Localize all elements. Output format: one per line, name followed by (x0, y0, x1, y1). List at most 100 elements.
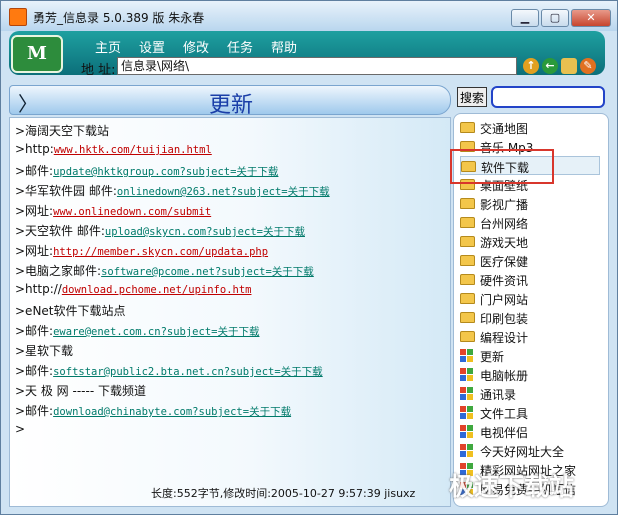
content-line: >天空软件 邮件:upload@skycn.com?subject=关于下载 (15, 222, 305, 239)
line-text: >天空软件 邮件: (15, 224, 105, 238)
content-link[interactable]: software@pcome.net?subject=关于下载 (101, 266, 314, 278)
content-line: >邮件:eware@enet.com.cn?subject=关于下载 (15, 322, 259, 339)
sidebar-item[interactable]: 医疗保健 (460, 251, 600, 270)
sidebar-item-label: 今天好网址大全 (480, 445, 565, 459)
content-line: >邮件:update@hktkgroup.com?subject=关于下载 (15, 162, 278, 179)
folder-icon (460, 293, 475, 304)
sidebar-item[interactable]: 编程设计 (460, 327, 600, 346)
content-line: >华军软件园 邮件:onlinedown@263.net?subject=关于下… (15, 182, 330, 199)
windows-icon (460, 349, 474, 362)
line-text: > (15, 422, 26, 436)
folder-icon (460, 122, 475, 133)
content-link[interactable]: upload@skycn.com?subject=关于下载 (105, 226, 305, 238)
sidebar-item[interactable]: 通讯录 (460, 384, 600, 403)
sidebar-item-label: 台州网络 (480, 217, 529, 231)
line-text: >邮件: (15, 364, 54, 378)
folder-icon (460, 255, 475, 266)
windows-icon (460, 406, 474, 419)
folder-icon (460, 198, 475, 209)
sidebar-item[interactable]: 更新 (460, 346, 600, 365)
windows-icon (460, 425, 474, 438)
content-line: >邮件:softstar@public2.bta.net.cn?subject=… (15, 362, 323, 379)
content-link[interactable]: onlinedown@263.net?subject=关于下载 (117, 186, 330, 198)
close-button[interactable]: ✕ (571, 9, 611, 27)
highlight-box (450, 149, 554, 184)
line-text: >星软下载 (15, 344, 74, 358)
sidebar-item-label: 游戏天地 (480, 236, 529, 250)
sidebar-item-label: 影视广播 (480, 198, 529, 212)
folder-icon (460, 331, 475, 342)
sidebar-item-label: 医疗保健 (480, 255, 529, 269)
sidebar-item-label: 交通地图 (480, 122, 529, 136)
content-link[interactable]: http://member.skycn.com/updata.php (53, 246, 268, 258)
sidebar-item[interactable]: 电视伴侣 (460, 422, 600, 441)
content-line: >网址:http://member.skycn.com/updata.php (15, 242, 268, 259)
line-text: >海阔天空下载站 (15, 124, 110, 138)
line-text: >邮件: (15, 404, 54, 418)
content-link[interactable]: download.pchome.net/upinfo.htm (62, 284, 252, 296)
sidebar-item[interactable]: 硬件资讯 (460, 270, 600, 289)
sidebar-item[interactable]: 游戏天地 (460, 232, 600, 251)
line-text: >网址: (15, 244, 54, 258)
up-folder-icon[interactable]: ↑ (523, 58, 539, 74)
menu-tasks[interactable]: 任务 (227, 37, 253, 56)
sidebar-item[interactable]: 印刷包装 (460, 308, 600, 327)
line-text: >华军软件园 邮件: (15, 184, 117, 198)
app-logo: M (11, 35, 63, 73)
edit-icon[interactable]: ✎ (580, 58, 596, 74)
sidebar-item[interactable]: 交通地图 (460, 118, 600, 137)
sidebar-item[interactable]: 台州网络 (460, 213, 600, 232)
sidebar-item[interactable]: 门户网站 (460, 289, 600, 308)
sidebar-item-label: 通讯录 (480, 388, 517, 402)
search-button[interactable]: 搜索 (457, 87, 487, 107)
menu-home[interactable]: 主页 (95, 37, 121, 56)
line-text: >网址: (15, 204, 54, 218)
folder-icon[interactable] (561, 58, 577, 74)
sidebar-item-label: 电视伴侣 (480, 426, 529, 440)
line-text: >电脑之家邮件: (15, 264, 102, 278)
app-window: 勇芳_信息录 5.0.389 版 朱永春 ▁ ▢ ✕ M 主页 设置 修改 任务… (0, 0, 618, 515)
sidebar-item-label: 门户网站 (480, 293, 529, 307)
menu-help[interactable]: 帮助 (271, 37, 297, 56)
address-input[interactable]: 信息录\网络\ (117, 57, 517, 75)
sidebar-item[interactable]: 电脑帐册 (460, 365, 600, 384)
sidebar-item-label: 印刷包装 (480, 312, 529, 326)
content-link[interactable]: update@hktkgroup.com?subject=关于下载 (53, 166, 278, 178)
back-icon[interactable]: ← (542, 58, 558, 74)
line-text: >邮件: (15, 324, 54, 338)
sidebar-item-label: 硬件资讯 (480, 274, 529, 288)
search-input[interactable] (491, 86, 605, 108)
line-text: >邮件: (15, 164, 54, 178)
sidebar-item[interactable]: 今天好网址大全 (460, 441, 600, 460)
sidebar-item[interactable]: 影视广播 (460, 194, 600, 213)
content-line: >海阔天空下载站 (15, 122, 109, 139)
content-link[interactable]: download@chinabyte.com?subject=关于下载 (53, 406, 291, 418)
sidebar-item-label: 更新 (480, 350, 505, 364)
content-area: >海阔天空下载站 >http:www.hktk.com/tuijian.html >… (9, 117, 451, 507)
sidebar-item-label: 电脑帐册 (480, 369, 529, 383)
minimize-button[interactable]: ▁ (511, 9, 539, 27)
content-line: >网址:www.onlinedown.com/submit (15, 202, 211, 219)
menu-edit[interactable]: 修改 (183, 37, 209, 56)
content-link[interactable]: eware@enet.com.cn?subject=关于下载 (53, 326, 259, 338)
content-line: >电脑之家邮件:software@pcome.net?subject=关于下载 (15, 262, 314, 279)
windows-icon (460, 387, 474, 400)
content-link[interactable]: www.onlinedown.com/submit (53, 206, 211, 218)
line-text: >http: (15, 142, 54, 156)
content-link[interactable]: www.hktk.com/tuijian.html (54, 144, 212, 156)
title-bar: 勇芳_信息录 5.0.389 版 朱永春 ▁ ▢ ✕ (1, 1, 617, 31)
sidebar-item[interactable]: 文件工具 (460, 403, 600, 422)
line-text: >http:// (15, 282, 62, 296)
line-text: >eNet软件下载站点 (15, 304, 126, 318)
maximize-button[interactable]: ▢ (541, 9, 569, 27)
content-line: >http:www.hktk.com/tuijian.html (15, 142, 212, 156)
windows-icon (460, 368, 474, 381)
folder-icon (460, 236, 475, 247)
content-line: >http://download.pchome.net/upinfo.htm (15, 282, 251, 296)
sidebar-item-label: 文件工具 (480, 407, 529, 421)
menu-settings[interactable]: 设置 (139, 37, 165, 56)
watermark: 极速下载站 (449, 472, 575, 501)
folder-icon (460, 217, 475, 228)
page-title: 更新 (208, 93, 253, 118)
content-link[interactable]: softstar@public2.bta.net.cn?subject=关于下载 (53, 366, 323, 378)
